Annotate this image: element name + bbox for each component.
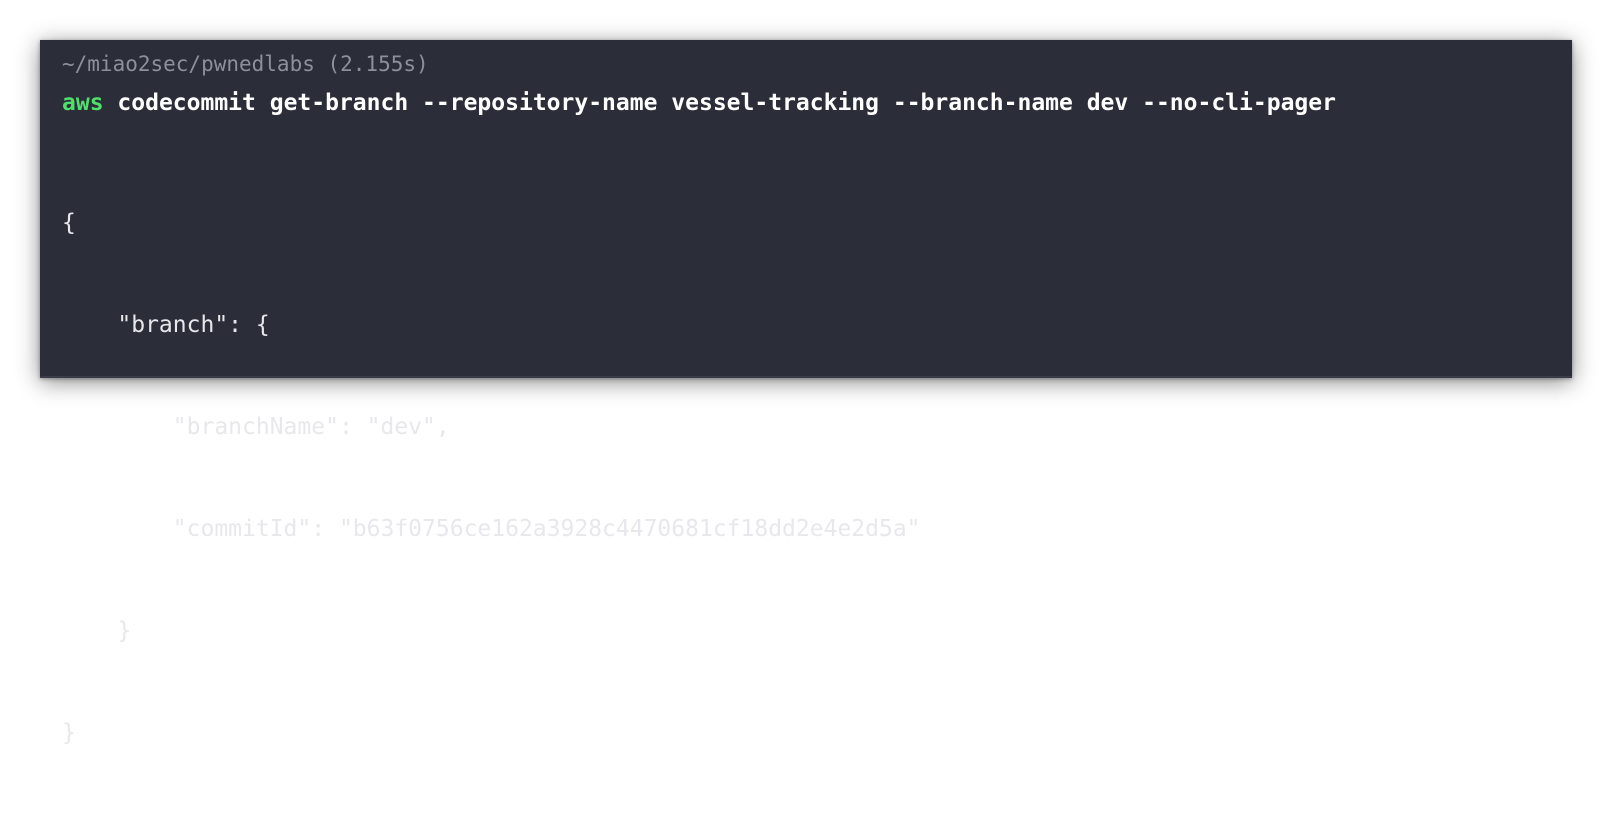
output-line: "commitId": "b63f0756ce162a3928c4470681c… [62,516,921,542]
output-line: } [62,618,132,644]
command-program: aws [62,90,104,116]
block-divider [40,376,1572,378]
command-arguments: codecommit get-branch --repository-name … [117,90,1336,116]
terminal-window: ~/miao2sec/pwnedlabs (2.155s) aws codeco… [40,40,1572,746]
command-output[interactable]: { "branch": { "branchName": "dev", "comm… [62,138,1550,818]
output-line: "branch": { [62,312,270,338]
command-line[interactable]: aws codecommit get-branch --repository-n… [62,88,1550,118]
block-header: ~/miao2sec/pwnedlabs (2.155s) [62,52,429,76]
output-line: "branchName": "dev", [62,414,450,440]
output-line: { [62,210,76,236]
output-line: } [62,720,76,746]
